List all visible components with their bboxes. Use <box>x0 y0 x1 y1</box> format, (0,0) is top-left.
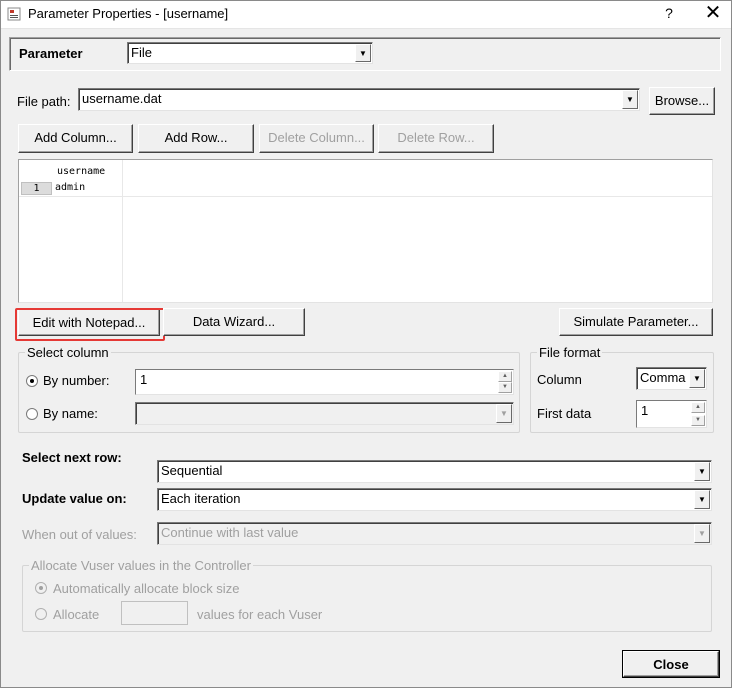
grid-column-header[interactable]: username <box>57 166 105 177</box>
auto-allocate-radio[interactable] <box>35 582 47 594</box>
allocate-vuser-group: Allocate Vuser values in the Controller … <box>22 558 712 632</box>
select-next-row-label: Select next row: <box>22 450 122 465</box>
parameter-properties-dialog: Parameter Properties - [username] ? ✕ Pa… <box>0 0 732 688</box>
by-number-radio[interactable] <box>26 375 38 387</box>
allocate-radio[interactable] <box>35 608 47 620</box>
column-format-label: Column <box>537 372 582 387</box>
when-out-of-values-value: Continue with last value <box>161 525 299 540</box>
grid-cell[interactable]: admin <box>55 182 85 193</box>
chevron-down-icon[interactable]: ▼ <box>694 524 710 543</box>
column-format-value: Comma <box>640 370 686 385</box>
help-button[interactable]: ? <box>661 5 677 23</box>
spin-up-icon[interactable]: ▲ <box>498 371 512 382</box>
allocate-label: Allocate <box>53 607 100 622</box>
by-number-value: 1 <box>140 372 148 387</box>
file-path-label: File path: <box>17 94 71 109</box>
when-out-of-values-label: When out of values: <box>22 527 137 542</box>
file-format-title: File format <box>537 345 603 360</box>
close-window-icon[interactable]: ✕ <box>704 3 722 23</box>
by-name-select[interactable]: ▼ <box>135 402 514 425</box>
select-next-row-select[interactable]: Sequential ▼ <box>157 460 712 483</box>
first-data-input[interactable]: 1 ▲ ▼ <box>636 400 707 428</box>
parameter-data-grid[interactable]: username 1 admin <box>18 159 713 303</box>
allocate-count-input[interactable] <box>121 601 188 625</box>
file-path-select[interactable]: username.dat ▼ <box>78 88 640 111</box>
by-number-label: By number: <box>43 373 110 388</box>
by-name-label: By name: <box>43 406 98 421</box>
by-name-radio[interactable] <box>26 408 38 420</box>
data-wizard-button[interactable]: Data Wizard... <box>163 308 305 336</box>
first-data-label: First data <box>537 406 592 421</box>
update-value-on-value: Each iteration <box>161 491 241 506</box>
simulate-parameter-button[interactable]: Simulate Parameter... <box>559 308 713 336</box>
by-number-input[interactable]: 1 ▲ ▼ <box>135 369 514 395</box>
spin-down-icon[interactable]: ▼ <box>498 382 512 393</box>
grid-row-number[interactable]: 1 <box>21 182 52 195</box>
delete-row-button[interactable]: Delete Row... <box>378 124 494 153</box>
parameter-type-value: File <box>131 45 152 60</box>
when-out-of-values-select[interactable]: Continue with last value ▼ <box>157 522 712 545</box>
parameter-label: Parameter <box>19 46 83 61</box>
select-column-group: Select column By number: 1 ▲ ▼ By name: … <box>18 345 520 433</box>
chevron-down-icon[interactable]: ▼ <box>622 90 638 109</box>
browse-button[interactable]: Browse... <box>649 87 715 115</box>
allocate-vuser-title: Allocate Vuser values in the Controller <box>29 558 253 573</box>
grid-row-divider <box>19 196 712 197</box>
close-button[interactable]: Close <box>622 650 720 678</box>
background-strip <box>0 689 738 695</box>
chevron-down-icon[interactable]: ▼ <box>355 44 371 62</box>
select-next-row-value: Sequential <box>161 463 223 478</box>
chevron-down-icon[interactable]: ▼ <box>694 490 710 509</box>
per-vuser-label: values for each Vuser <box>197 607 323 622</box>
window-title: Parameter Properties - [username] <box>28 6 229 21</box>
chevron-down-icon[interactable]: ▼ <box>496 404 512 423</box>
highlight-box <box>15 308 165 341</box>
first-data-value: 1 <box>641 403 649 418</box>
add-column-button[interactable]: Add Column... <box>18 124 133 153</box>
column-format-select[interactable]: Comma ▼ <box>636 367 707 390</box>
chevron-down-icon[interactable]: ▼ <box>694 462 710 481</box>
title-bar: Parameter Properties - [username] ? ✕ <box>1 1 731 29</box>
file-path-value: username.dat <box>82 91 162 106</box>
grid-column-divider <box>122 160 123 302</box>
spin-down-icon[interactable]: ▼ <box>691 415 705 426</box>
file-format-group: File format Column Comma ▼ First data 1 … <box>530 345 714 433</box>
auto-allocate-label: Automatically allocate block size <box>53 581 240 596</box>
add-row-button[interactable]: Add Row... <box>138 124 254 153</box>
chevron-down-icon[interactable]: ▼ <box>689 369 705 388</box>
select-column-title: Select column <box>25 345 111 360</box>
update-value-on-select[interactable]: Each iteration ▼ <box>157 488 712 511</box>
update-value-on-label: Update value on: <box>22 491 127 506</box>
parameter-type-select[interactable]: File ▼ <box>127 42 373 64</box>
delete-column-button[interactable]: Delete Column... <box>259 124 374 153</box>
app-icon <box>7 7 21 21</box>
spin-up-icon[interactable]: ▲ <box>691 402 705 413</box>
parameter-type-panel: Parameter File ▼ <box>9 37 721 71</box>
